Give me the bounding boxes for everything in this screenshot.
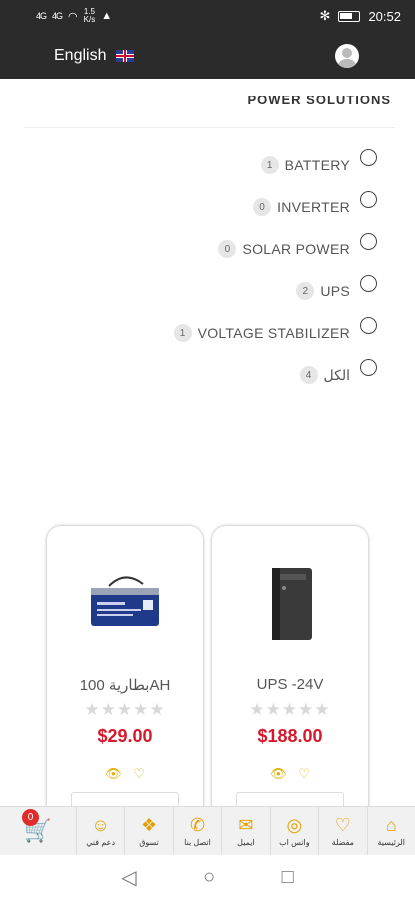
- network-speed-unit: K/s: [83, 15, 96, 24]
- nav-contact[interactable]: ✆ اتصل بنا: [172, 807, 221, 855]
- bottom-navigation: 0 🛒 ☺ دعم فني ❖ تسوق ✆ اتصل بنا ✉ ايميل …: [0, 806, 415, 855]
- filter-option-battery[interactable]: 1 BATTERY: [57, 144, 377, 186]
- product-name[interactable]: بطارية 100AH: [47, 676, 203, 694]
- shop-icon: ❖: [140, 815, 158, 835]
- whatsapp-icon: ◎: [286, 815, 303, 835]
- radio-button[interactable]: [360, 316, 377, 334]
- nav-label: تسوق: [139, 838, 159, 847]
- product-price: $29.00: [97, 726, 153, 746]
- status-bar: 4G 4G ◠ 1.5 K/s ▲ ✻ 20:52: [0, 0, 415, 33]
- radio-button[interactable]: [360, 190, 377, 208]
- nav-whatsapp[interactable]: ◎ واتس اب: [269, 807, 318, 855]
- app-header: English: [0, 33, 415, 79]
- nav-support[interactable]: ☺ دعم فني: [75, 807, 124, 855]
- signal-icon: 4G: [36, 11, 47, 21]
- recents-square-icon[interactable]: □: [282, 866, 294, 889]
- filter-label: VOLTAGE STABILIZER: [197, 325, 350, 341]
- notification-icon: ▲: [101, 10, 113, 22]
- filter-label: INVERTER: [277, 199, 350, 215]
- mail-icon: ✉: [238, 815, 254, 835]
- back-icon[interactable]: ◁: [121, 865, 136, 890]
- divider: [24, 127, 395, 128]
- category-filter-list: 1 BATTERY 0 INVERTER 0 SOLAR POWER 2 UPS…: [57, 144, 377, 396]
- product-card[interactable]: بطارية 100AH ★★★★★ $29.00 👁 ♡: [47, 526, 203, 826]
- nav-label: واتس اب: [279, 838, 310, 847]
- filter-option-inverter[interactable]: 0 INVERTER: [57, 186, 377, 228]
- filter-label: الكل: [323, 366, 350, 383]
- nav-label: دعم فني: [86, 838, 116, 847]
- user-avatar-icon[interactable]: [335, 44, 359, 68]
- clock: 20:52: [368, 8, 401, 24]
- language-selector[interactable]: English: [54, 47, 135, 65]
- radio-button[interactable]: [360, 148, 377, 166]
- filter-label: SOLAR POWER: [242, 241, 350, 257]
- filter-count: 0: [218, 240, 237, 258]
- filter-option-voltage-stabilizer[interactable]: 1 VOLTAGE STABILIZER: [57, 312, 377, 354]
- support-icon: ☺: [91, 815, 110, 835]
- nav-favorites[interactable]: ♡ مفضلة: [318, 807, 366, 855]
- product-card[interactable]: UPS -24V ★★★★★ $188.00 👁 ♡: [212, 526, 368, 826]
- product-name[interactable]: UPS -24V: [212, 676, 368, 693]
- uk-flag-icon: [116, 50, 135, 62]
- filter-count: 1: [173, 324, 192, 342]
- quick-view-eye-icon[interactable]: 👁: [270, 766, 287, 781]
- nav-shop[interactable]: ❖ تسوق: [124, 807, 172, 855]
- filter-title: POWER SOLUTIONS: [247, 96, 391, 107]
- radio-button[interactable]: [360, 274, 377, 292]
- product-price: $188.00: [257, 726, 323, 746]
- cart-button[interactable]: 0 🛒: [0, 807, 76, 855]
- filter-option-all[interactable]: 4 الكل: [57, 354, 377, 396]
- rating-stars: ★★★★★: [249, 700, 331, 719]
- rating-stars: ★★★★★: [84, 700, 166, 719]
- filter-option-solar-power[interactable]: 0 SOLAR POWER: [57, 228, 377, 270]
- nav-home[interactable]: ⌂ الرئيسية: [366, 807, 415, 855]
- nav-label: الرئيسية: [377, 838, 406, 847]
- radio-button[interactable]: [360, 358, 377, 376]
- home-circle-icon[interactable]: ○: [203, 866, 215, 889]
- language-label: English: [54, 47, 107, 64]
- nav-label: اتصل بنا: [184, 838, 211, 847]
- filter-label: UPS: [320, 283, 350, 299]
- wishlist-heart-icon[interactable]: ♡: [133, 766, 145, 781]
- filter-label: BATTERY: [284, 157, 350, 173]
- nav-email[interactable]: ✉ ايميل: [221, 807, 269, 855]
- nav-label: ايميل: [237, 838, 255, 847]
- quick-view-eye-icon[interactable]: 👁: [105, 766, 122, 781]
- battery-icon: [338, 10, 361, 22]
- wishlist-heart-icon[interactable]: ♡: [298, 766, 310, 781]
- radio-button[interactable]: [360, 232, 377, 250]
- signal-icon: 4G: [52, 11, 63, 21]
- filter-count: 0: [253, 198, 272, 216]
- home-icon: ⌂: [385, 815, 397, 835]
- heart-icon: ♡: [334, 815, 351, 835]
- filter-count: 4: [299, 366, 318, 384]
- phone-icon: ✆: [189, 815, 206, 835]
- vibrate-icon: ✻: [319, 8, 331, 23]
- filter-count: 1: [260, 156, 279, 174]
- nav-label: مفضلة: [331, 838, 354, 847]
- filter-option-ups[interactable]: 2 UPS: [57, 270, 377, 312]
- wifi-icon: ◠: [68, 10, 78, 23]
- ups-product-image[interactable]: [250, 564, 330, 644]
- system-navigation-bar: ◁ ○ □: [0, 855, 415, 900]
- battery-product-image[interactable]: [85, 564, 165, 644]
- filter-count: 2: [296, 282, 315, 300]
- cart-count-badge: 0: [22, 809, 39, 826]
